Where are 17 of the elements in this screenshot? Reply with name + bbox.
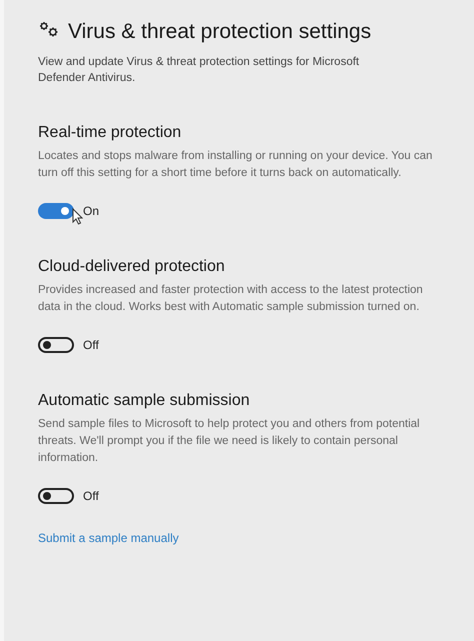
toggle-switch[interactable] [38, 337, 74, 353]
section-description: Locates and stops malware from installing or running on your device. You can turn off this setting for a short time before it turns back on automatically. [38, 149, 434, 181]
page-title: Virus & threat protection settings [68, 20, 372, 44]
pointer-cursor-icon [72, 208, 83, 225]
section-description: Provides increased and faster protection with access to the latest protection data in the cloud. Works best with Automatic sample submission turned on. [38, 283, 424, 315]
section-description: Send sample files to Microsoft to help protect you and others from potential threats. We'll prompt you if the file we need is likely to contain personal information. [38, 417, 421, 466]
section-heading: Automatic sample submission [38, 392, 251, 410]
toggle-switch[interactable] [38, 203, 74, 219]
submit-sample-link[interactable]: Submit a sample manually [38, 531, 179, 545]
section-heading: Real-time protection [38, 124, 182, 142]
section-heading: Cloud-delivered protection [38, 258, 226, 276]
toggle-label: Off [83, 489, 99, 503]
toggle-switch[interactable] [38, 488, 74, 504]
settings-icon [38, 21, 60, 39]
toggle-label: Off [83, 338, 99, 352]
page-description: View and update Virus & threat protection settings for Microsoft Defender Antivirus. [38, 55, 360, 86]
toggle-label: On [83, 204, 100, 218]
